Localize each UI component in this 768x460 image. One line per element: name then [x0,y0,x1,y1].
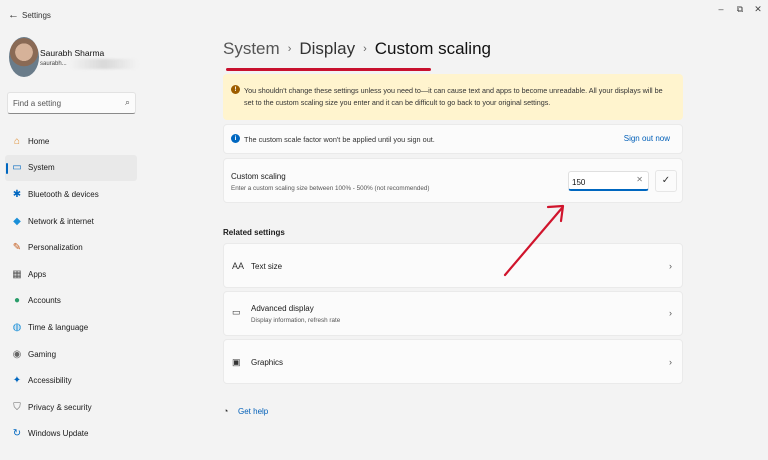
annotation-arrow-head [546,204,565,223]
related-settings-heading: Related settings [223,228,285,237]
chevron-right-icon: › [287,43,292,55]
chevron-right-icon: › [669,357,672,367]
warning-banner: ! You shouldn't change these settings un… [223,74,683,120]
sidebar-item-bluetooth-devices[interactable]: ✱ Bluetooth & devices [5,181,137,208]
breadcrumb-system[interactable]: System [223,39,280,59]
globe-icon: ◍ [12,321,22,333]
title-bar: ← Settings – ⧉ ✕ [0,0,768,32]
graphics-label: Graphics [251,358,284,367]
sidebar-item-label: Apps [28,269,47,279]
sidebar-item-label: Accessibility [28,376,72,386]
sidebar-item-label: Accounts [28,296,61,306]
sidebar-item-time-language[interactable]: ◍ Time & language [5,314,137,341]
chevron-right-icon: › [363,43,367,55]
custom-scaling-input[interactable] [569,174,629,191]
info-banner: i The custom scale factor won't be appli… [223,124,683,154]
breadcrumb-display[interactable]: Display [299,39,355,59]
sidebar-item-label: Personalization [28,243,83,253]
graphics-card[interactable]: ▣ Graphics › [223,339,683,384]
confirm-checkmark-button[interactable]: ✓ [655,170,677,192]
search-icon: ⌕ [124,97,130,107]
search-input[interactable] [8,93,118,114]
sidebar-item-personalization[interactable]: ✎ Personalization [5,234,137,261]
monitor-icon: ▭ [232,307,241,317]
sidebar-item-label: Windows Update [28,429,89,439]
sidebar-item-label: System [28,163,55,173]
custom-scaling-card: Custom scaling Enter a custom scaling si… [223,158,683,203]
sidebar-item-accessibility[interactable]: ✦ Accessibility [5,367,137,394]
profile-email: saurabh... [40,61,67,67]
chevron-right-icon: › [669,261,672,271]
accounts-icon: ● [13,295,21,307]
maximize-icon[interactable]: ⧉ [733,4,747,15]
advanced-display-label: Advanced display [251,304,314,313]
sidebar-item-label: Privacy & security [28,402,92,412]
sidebar-item-accounts[interactable]: ● Accounts [5,288,137,315]
sidebar-item-apps[interactable]: ▦ Apps [5,261,137,288]
sidebar-nav: ⌂ Home ▭ System ✱ Bluetooth & devices ◆ Network… [5,128,137,447]
update-icon: ↻ [12,428,22,440]
search-box[interactable]: ⌕ [7,92,136,114]
close-icon[interactable]: ✕ [751,4,765,15]
graphics-icon: ▣ [232,357,241,367]
warning-text: You shouldn't change these settings unle… [244,86,663,107]
advanced-display-description: Display information, refresh rate [251,317,341,324]
sidebar-item-label: Gaming [28,349,57,359]
get-help-link[interactable]: ◔ Get help [223,406,268,416]
sign-out-now-link[interactable]: Sign out now [624,134,670,143]
info-text: The custom scale factor won't be applied… [244,135,435,144]
window-title: Settings [22,11,51,20]
network-icon: ◆ [13,215,21,227]
avatar[interactable] [9,37,39,77]
page-title: Custom scaling [374,39,491,58]
warning-icon: ! [231,85,240,94]
shield-icon: ⛉ [13,401,21,413]
sidebar-item-privacy-security[interactable]: ⛉ Privacy & security [5,394,137,421]
brush-icon: ✎ [12,242,22,254]
text-size-card[interactable]: A͏A Text size › [223,243,683,288]
sidebar-item-gaming[interactable]: ◉ Gaming [5,341,137,368]
info-icon: i [231,134,240,143]
sidebar-item-label: Time & language [28,322,89,332]
custom-scaling-title: Custom scaling [231,172,286,181]
system-icon: ▭ [12,162,22,174]
help-icon: ◔ [223,406,229,416]
sidebar-item-label: Network & internet [28,216,94,226]
annotation-underline [226,68,431,71]
sidebar-item-home[interactable]: ⌂ Home [5,128,137,155]
bluetooth-icon: ✱ [12,188,22,200]
sidebar-item-system[interactable]: ▭ System [5,154,137,182]
sidebar-item-network-internet[interactable]: ◆ Network & internet [5,208,137,235]
gaming-icon: ◉ [12,348,22,360]
sidebar-item-windows-update[interactable]: ↻ Windows Update [5,421,137,448]
email-redaction [70,59,138,69]
chevron-right-icon: › [669,308,672,318]
custom-scaling-field[interactable]: ✕ [568,171,649,191]
sidebar-item-label: Bluetooth & devices [28,189,99,199]
home-icon: ⌂ [13,135,21,147]
accessibility-icon: ✦ [12,375,22,387]
text-size-label: Text size [251,262,283,271]
sidebar-item-label: Home [28,136,50,146]
text-size-icon: A͏A [232,261,245,271]
breadcrumb: System › Display › Custom scaling [223,39,491,59]
custom-scaling-description: Enter a custom scaling size between 100%… [231,185,430,192]
apps-icon: ▦ [12,268,22,280]
back-arrow-icon[interactable]: ← [8,9,19,21]
clear-icon[interactable]: ✕ [636,175,643,184]
minimize-icon[interactable]: – [714,4,728,14]
advanced-display-card[interactable]: ▭ Advanced display Display information, … [223,291,683,336]
get-help-label: Get help [238,406,269,416]
profile-name: Saurabh Sharma [40,48,105,58]
